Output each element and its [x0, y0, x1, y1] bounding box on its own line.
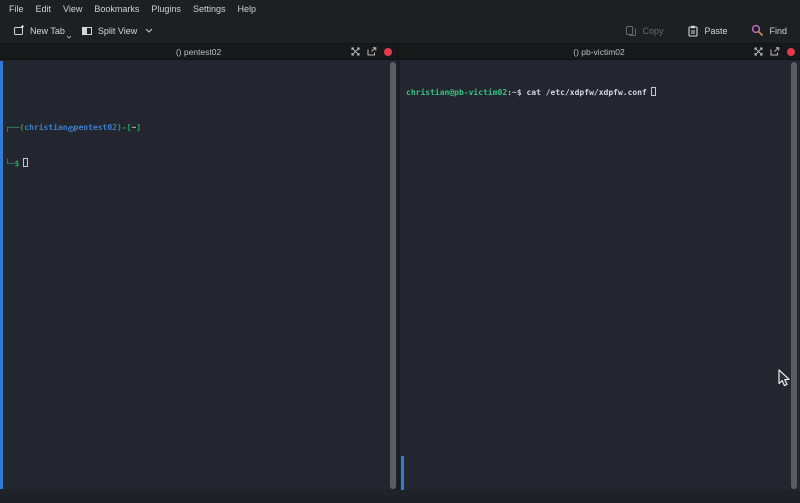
paste-button[interactable]: Paste — [682, 22, 732, 40]
toolbar-right-group: Copy Paste — [606, 21, 792, 40]
menu-plugins[interactable]: Plugins — [145, 2, 187, 16]
new-tab-label: New Tab — [30, 26, 65, 36]
chevron-down-icon — [145, 28, 153, 33]
split-headers: () pentest02 () pb-victim02 — [0, 43, 800, 60]
konsole-window: File Edit View Bookmarks Plugins Setting… — [0, 0, 800, 503]
scroll-activity-indicator — [401, 456, 404, 490]
prompt-line: christian@pb-victim02:~$ cat /etc/xdpfw/… — [406, 87, 656, 99]
toolbar: New Tab Split View — [0, 18, 800, 43]
split-view-icon — [81, 25, 93, 37]
scroll-activity-indicator — [0, 61, 3, 489]
close-view-button[interactable] — [787, 48, 795, 56]
split-title-right: () pb-victim02 — [573, 47, 624, 57]
menubar: File Edit View Bookmarks Plugins Setting… — [0, 0, 800, 18]
copy-label: Copy — [642, 26, 663, 36]
detach-view-icon[interactable] — [367, 47, 377, 56]
terminal-blank-line — [5, 86, 141, 98]
maximize-view-icon[interactable] — [351, 47, 360, 56]
prompt-line-1: ┌──(christian@pentest02)-[~] — [5, 122, 141, 134]
prompt-line-2: └─$ — [5, 158, 141, 170]
terminal-output-right: christian@pb-victim02:~$ cat /etc/xdpfw/… — [406, 63, 656, 123]
menu-edit[interactable]: Edit — [30, 2, 58, 16]
menu-file[interactable]: File — [3, 2, 30, 16]
tab-new-icon — [13, 25, 25, 37]
maximize-view-icon[interactable] — [754, 47, 763, 56]
split-view-button[interactable]: Split View — [76, 22, 158, 40]
terminal-panes: ┌──(christian@pentest02)-[~] └─$ christi… — [0, 60, 800, 502]
split-view-label: Split View — [98, 26, 137, 36]
paste-label: Paste — [704, 26, 727, 36]
chevron-down-icon — [66, 35, 72, 39]
terminal-output-left: ┌──(christian@pentest02)-[~] └─$ — [5, 62, 141, 194]
menu-help[interactable]: Help — [231, 2, 262, 16]
copy-icon — [625, 25, 637, 37]
text-cursor — [23, 158, 28, 167]
window-bottom-edge — [0, 490, 800, 502]
terminal-pane-right[interactable]: christian@pb-victim02:~$ cat /etc/xdpfw/… — [400, 60, 800, 502]
split-header-right[interactable]: () pb-victim02 — [397, 44, 800, 59]
detach-view-icon[interactable] — [770, 47, 780, 56]
menu-settings[interactable]: Settings — [187, 2, 232, 16]
paste-icon — [687, 25, 699, 37]
text-cursor — [651, 87, 656, 96]
split-header-left[interactable]: () pentest02 — [0, 44, 397, 59]
menu-view[interactable]: View — [57, 2, 88, 16]
scrollbar[interactable] — [390, 62, 396, 489]
find-icon — [751, 24, 764, 37]
terminal-pane-left[interactable]: ┌──(christian@pentest02)-[~] └─$ — [0, 60, 397, 502]
menu-bookmarks[interactable]: Bookmarks — [88, 2, 145, 16]
copy-button[interactable]: Copy — [620, 22, 668, 40]
find-button[interactable]: Find — [746, 21, 792, 40]
find-label: Find — [769, 26, 787, 36]
close-view-button[interactable] — [384, 48, 392, 56]
split-header-left-icons — [351, 44, 392, 59]
split-header-right-icons — [754, 44, 795, 59]
split-title-left: () pentest02 — [176, 47, 221, 57]
new-tab-button[interactable]: New Tab — [8, 22, 70, 40]
scrollbar[interactable] — [791, 62, 797, 489]
